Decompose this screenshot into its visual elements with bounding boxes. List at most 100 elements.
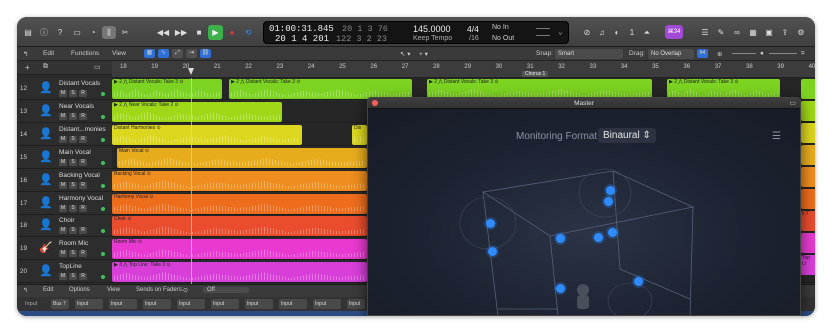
mute-button[interactable]: M	[59, 135, 67, 143]
audio-region[interactable]: Room Mic ⊙	[112, 239, 367, 260]
back-icon[interactable]: ↰	[23, 50, 28, 58]
help-icon[interactable]: ?	[53, 26, 67, 39]
track-on-indicator[interactable]	[101, 92, 105, 96]
fit-icon[interactable]: ⌗	[801, 50, 805, 58]
audio-region[interactable]: Dis	[352, 124, 367, 145]
record-icon[interactable]: ●	[225, 26, 239, 39]
mute-button[interactable]: M	[59, 250, 67, 258]
track-header[interactable]: 14 👤 Distant...monies M S R	[17, 124, 112, 146]
cpu-badge[interactable]: ⌘34	[665, 25, 683, 39]
editors-icon[interactable]: ✂	[118, 26, 132, 39]
add-track-icon[interactable]: +	[25, 63, 30, 72]
play-button[interactable]: ▶	[208, 25, 223, 40]
rewind-icon[interactable]: ◀◀	[156, 26, 170, 39]
solo-button[interactable]: S	[69, 112, 77, 120]
share-icon[interactable]: ⇪	[778, 26, 792, 39]
person-icon[interactable]: 👤	[39, 82, 53, 94]
solo-button[interactable]: S	[69, 227, 77, 235]
input-slot[interactable]: Input	[347, 299, 365, 309]
solo-button[interactable]: S	[69, 250, 77, 258]
solo-button[interactable]: S	[69, 158, 77, 166]
speaker-node[interactable]	[604, 197, 613, 206]
pencil-tool-icon[interactable]: + ▾	[419, 50, 428, 58]
mixer-edit-menu[interactable]: Edit	[43, 287, 53, 293]
track-name[interactable]: Distant Vocals	[59, 80, 100, 87]
list-editors-icon[interactable]: ☰	[698, 26, 712, 39]
mixer-options-menu[interactable]: Options	[69, 287, 90, 293]
mixer-back-icon[interactable]: ↰	[23, 287, 28, 294]
track-on-indicator[interactable]	[101, 275, 105, 280]
playhead-handle[interactable]	[188, 68, 194, 75]
edit-menu[interactable]: Edit	[43, 50, 54, 57]
mute-button[interactable]: M	[59, 181, 67, 189]
functions-menu[interactable]: Functions	[71, 50, 99, 57]
mute-button[interactable]: M	[59, 227, 67, 235]
inspector-icon[interactable]: ⓘ	[37, 26, 51, 39]
audio-region[interactable]: ▶ 2 ⋀ Near Vocals: Take 2 ⊙	[112, 101, 282, 122]
lcd-display[interactable]: 01:00:31.845 20 1 4 201 20 1 3 76 122 3 …	[263, 21, 569, 44]
audio-region[interactable]: Distant Harmonies ⊙	[112, 124, 302, 145]
master-titlebar[interactable]: Master ▭	[368, 98, 800, 109]
solo-button[interactable]: S	[69, 90, 77, 97]
track-name[interactable]: Distant...monies	[59, 126, 106, 133]
record-enable-button[interactable]: R	[79, 204, 87, 212]
tuner-icon[interactable]: ♫	[595, 26, 609, 39]
timeline-ruler[interactable]: 18 19 20 21 22 23 24 25 26 27 28 29 30 31 32 33 34 35 36 37…	[112, 61, 815, 78]
input-slot[interactable]: Input	[313, 299, 341, 309]
mute-button[interactable]: M	[59, 90, 67, 97]
track-header[interactable]: 13 👤 Near Vocals M S R	[17, 101, 112, 123]
record-enable-button[interactable]: R	[79, 158, 87, 166]
person-icon[interactable]: 👤	[39, 128, 53, 140]
track-header[interactable]: 16 👤 Backing Vocal M S R	[17, 170, 112, 192]
input-slot[interactable]: Input	[75, 299, 103, 309]
global-tracks-icon[interactable]: ▭	[94, 63, 101, 71]
person-icon[interactable]: 👤	[39, 197, 53, 209]
cycle-icon[interactable]: ⟲	[241, 26, 255, 39]
track-on-indicator[interactable]	[101, 183, 105, 188]
mute-button[interactable]: M	[59, 204, 67, 212]
library-icon[interactable]: ▤	[21, 26, 35, 39]
record-enable-button[interactable]: R	[79, 181, 87, 189]
speaker-node[interactable]	[634, 277, 643, 286]
region-sliver[interactable]	[801, 145, 815, 165]
input-slot[interactable]: Input	[177, 299, 205, 309]
audio-region[interactable]: ▶ 2 ⋀ Distant Vocals: Take 3 ⊙	[427, 79, 652, 99]
track-on-indicator[interactable]	[101, 160, 105, 165]
person-icon[interactable]: 🎸	[39, 242, 53, 254]
pointer-tool-icon[interactable]: ↖ ▾	[400, 50, 411, 58]
toolbar-icon[interactable]: ▭	[70, 26, 84, 39]
track-on-indicator[interactable]	[101, 229, 105, 234]
link-icon[interactable]: ⛓	[200, 49, 211, 58]
metronome-icon[interactable]: ⏶	[640, 26, 654, 39]
horizontal-zoom-slider[interactable]	[769, 53, 797, 54]
input-slot[interactable]: Input	[143, 299, 171, 309]
person-icon[interactable]: 👤	[39, 219, 53, 231]
waveform-zoom-icon[interactable]: ⋈	[697, 49, 708, 58]
track-header[interactable]: 20 👤 TopLine M S R	[17, 261, 112, 284]
track-name[interactable]: Main Vocal	[59, 149, 91, 156]
region-sliver[interactable]	[801, 101, 815, 121]
solo-button[interactable]: S	[69, 181, 77, 189]
record-enable-button[interactable]: R	[79, 90, 87, 97]
audio-region[interactable]: ▶ 2 ⋀ Distant Vocals: Take 3 ⊙	[229, 79, 412, 99]
track-name[interactable]: Harmony Vocal	[59, 195, 103, 202]
automation-icon[interactable]: ∿	[158, 49, 169, 58]
speaker-node[interactable]	[488, 247, 497, 256]
input-slot[interactable]: Input	[211, 299, 239, 309]
input-slot[interactable]: Input	[109, 299, 137, 309]
track-header[interactable]: 19 🎸 Room Mic M S R	[17, 238, 112, 261]
audio-region[interactable]: ▶ 2 ⋀ Distant Vocals: Take 3 ⊙	[112, 79, 222, 99]
track-on-indicator[interactable]	[101, 206, 105, 211]
chevron-down-icon[interactable]: ⌄	[558, 27, 563, 37]
region-sliver[interactable]	[801, 189, 815, 209]
person-icon[interactable]: 👤	[39, 105, 53, 117]
view-menu[interactable]: View	[112, 50, 126, 57]
browser-icon[interactable]: ▦	[746, 26, 760, 39]
audio-region[interactable]: Choir ⊙	[112, 216, 367, 237]
track-header[interactable]: 12 👤 Distant Vocals M S R	[17, 78, 112, 100]
flex-icon[interactable]: ⤢	[172, 49, 183, 58]
mixer-view-menu[interactable]: View	[107, 287, 120, 293]
zoom-icon[interactable]: ⊕	[717, 50, 722, 58]
speaker-node[interactable]	[556, 234, 565, 243]
region-sliver[interactable]	[801, 233, 815, 253]
